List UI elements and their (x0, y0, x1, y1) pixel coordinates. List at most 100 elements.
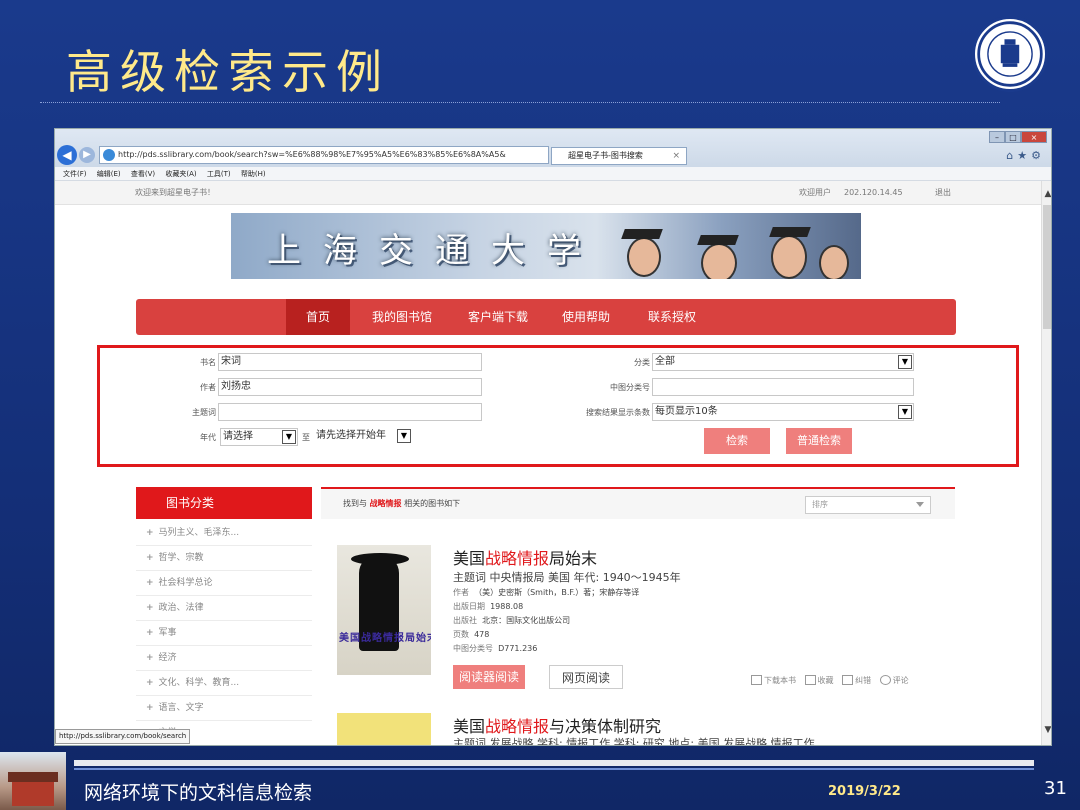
sidebar-item[interactable]: + 经济 (136, 646, 312, 671)
browser-tools: ⌂★⚙ (1006, 149, 1045, 162)
sidebar-item[interactable]: + 文化、科学、教育... (136, 671, 312, 696)
category-select[interactable]: 全部 ▼ (652, 353, 914, 371)
chevron-down-icon: ▼ (898, 405, 912, 419)
sort-select[interactable]: 排序 (805, 496, 931, 514)
footer-divider (74, 760, 1034, 766)
scroll-thumb[interactable] (1043, 205, 1051, 329)
comment-icon (879, 675, 891, 685)
footer-course-title: 网络环境下的文科信息检索 (84, 782, 313, 804)
nav-license[interactable]: 联系授权 (640, 299, 704, 335)
home-icon[interactable]: ⌂ (1006, 149, 1017, 162)
tab-close-icon[interactable]: × (672, 148, 680, 164)
download-icon (751, 675, 762, 685)
scroll-up-icon[interactable]: ▲ (1042, 189, 1051, 199)
year-from-value: 请选择 (223, 431, 253, 442)
results-prefix: 找到与 (343, 499, 367, 508)
subject-input[interactable] (218, 403, 482, 421)
book-cover[interactable] (337, 713, 431, 745)
book-title-link[interactable]: 美国战略情报局始末 (453, 545, 597, 569)
favorite-link[interactable]: 收藏 (818, 676, 834, 685)
clc-label: 中图分类号 (610, 383, 650, 392)
nav-help[interactable]: 使用帮助 (554, 299, 618, 335)
year-to-select[interactable]: 请先选择开始年 ▼ (314, 428, 412, 446)
close-window-icon[interactable]: × (1021, 131, 1047, 143)
menu-help[interactable]: 帮助(H) (241, 170, 266, 178)
user-ip: 202.120.14.45 (844, 188, 903, 197)
basic-search-button[interactable]: 普通检索 (786, 428, 852, 454)
advanced-search-form: 书名 宋词 作者 刘扬忠 主题词 年代 请选择 ▼ 至 请先选择开始年 ▼ 分类… (97, 345, 1019, 467)
results-keyword: 战略情报 (369, 499, 402, 508)
category-label: 分类 (634, 358, 650, 367)
category-sidebar: 图书分类 + 马列主义、毛泽东... + 哲学、宗教 + 社会科学总论 + 政治、法律 … (136, 487, 312, 745)
grad-cap (769, 227, 811, 237)
book-cover[interactable]: 美国战略情报局始末 (337, 545, 431, 675)
sidebar-item[interactable]: + 军事 (136, 621, 312, 646)
grad-cap (697, 235, 739, 245)
book-name-input[interactable]: 宋词 (218, 353, 482, 371)
browser-toolbar: ◀ ▶ http://pds.sslibrary.com/book/search… (55, 129, 1051, 167)
results-header: 找到与 战略情报 相关的图书如下 排序 (321, 487, 955, 519)
menu-edit[interactable]: 编辑(E) (97, 170, 121, 178)
page-scrollbar[interactable]: ▲ ▼ (1041, 181, 1051, 745)
per-page-value: 每页显示10条 (655, 406, 718, 417)
minimize-icon[interactable]: – (989, 131, 1005, 143)
back-arrow-icon[interactable]: ◀ (57, 145, 77, 165)
forward-arrow-icon[interactable]: ▶ (79, 147, 95, 163)
per-page-select[interactable]: 每页显示10条 ▼ (652, 403, 914, 421)
window-controls: – □ × (989, 131, 1047, 143)
building-roof (8, 772, 58, 782)
comment-link[interactable]: 评论 (893, 676, 909, 685)
category-value: 全部 (655, 356, 675, 367)
maximize-icon[interactable]: □ (1005, 131, 1021, 143)
scroll-down-icon[interactable]: ▼ (1042, 725, 1051, 735)
results-suffix: 相关的图书如下 (404, 499, 461, 508)
menu-tools[interactable]: 工具(T) (207, 170, 231, 178)
nav-my-library[interactable]: 我的图书馆 (362, 299, 442, 335)
clc-input[interactable] (652, 378, 914, 396)
sidebar-item[interactable]: + 社会科学总论 (136, 571, 312, 596)
chevron-down-icon: ▼ (397, 429, 411, 443)
favorites-star-icon[interactable]: ★ (1017, 149, 1031, 162)
sidebar-item[interactable]: + 语言、文字 (136, 696, 312, 721)
sidebar-item[interactable]: + 哲学、宗教 (136, 546, 312, 571)
book-pub-date: 出版日期 1988.08 (453, 602, 524, 611)
book-author: 作者 （美）史密斯（Smith，B.F.）著；宋静存等译 (453, 588, 640, 597)
year-from-select[interactable]: 请选择 ▼ (220, 428, 298, 446)
browser-window: ◀ ▶ http://pds.sslibrary.com/book/search… (54, 128, 1052, 746)
page-number: 31 (1044, 778, 1067, 799)
university-seal-logo (972, 16, 1048, 92)
graduate-photo (701, 243, 737, 279)
nav-home[interactable]: 首页 (286, 299, 350, 335)
banner-title: 上海交通大学 (267, 231, 603, 271)
sidebar-title: 图书分类 (136, 487, 312, 519)
status-bar-url: http://pds.sslibrary.com/book/search (55, 729, 191, 744)
logout-link[interactable]: 退出 (935, 181, 951, 205)
edit-icon (842, 675, 854, 685)
author-input[interactable]: 刘扬忠 (218, 378, 482, 396)
sidebar-item[interactable]: + 马列主义、毛泽东... (136, 521, 312, 546)
chevron-down-icon: ▼ (898, 355, 912, 369)
sidebar-item[interactable]: + 政治、法律 (136, 596, 312, 621)
report-error-link[interactable]: 纠错 (855, 676, 871, 685)
read-in-app-button[interactable]: 阅读器阅读 (453, 665, 525, 689)
book-title-link[interactable]: 美国战略情报与决策体制研究 (453, 713, 661, 737)
book-pages: 页数 478 (453, 630, 490, 639)
year-to-value: 请先选择开始年 (316, 430, 386, 441)
site-nav: 首页 我的图书馆 客户端下载 使用帮助 联系授权 (136, 299, 956, 335)
download-link[interactable]: 下载本书 (764, 676, 796, 685)
search-button[interactable]: 检索 (704, 428, 770, 454)
graduate-photo (627, 237, 661, 277)
nav-client-download[interactable]: 客户端下载 (458, 299, 538, 335)
building-wall (12, 782, 54, 806)
chevron-down-icon: ▼ (282, 430, 296, 444)
browser-tab[interactable]: 超星电子书-图书搜索 × (551, 147, 687, 165)
address-bar[interactable]: http://pds.sslibrary.com/book/search?sw=… (99, 146, 549, 164)
settings-gear-icon[interactable]: ⚙ (1031, 149, 1045, 162)
menu-file[interactable]: 文件(F) (63, 170, 87, 178)
university-banner: 上海交通大学 (231, 213, 861, 279)
read-online-button[interactable]: 网页阅读 (549, 665, 623, 689)
menu-favorites[interactable]: 收藏夹(A) (165, 170, 196, 178)
sort-placeholder: 排序 (812, 500, 828, 509)
author-label: 作者 (200, 383, 216, 392)
menu-view[interactable]: 查看(V) (131, 170, 155, 178)
